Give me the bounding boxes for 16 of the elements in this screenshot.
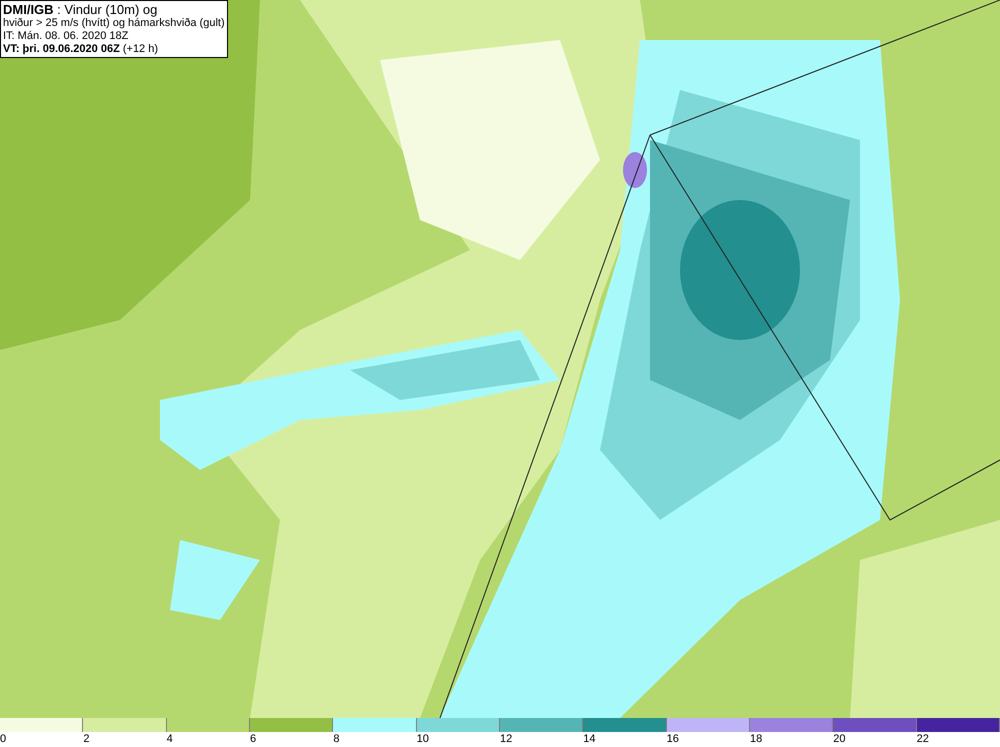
legend-label: 10 xyxy=(416,732,429,746)
header-line: IT: Mán. 08. 06. 2020 18Z xyxy=(3,30,130,43)
header-line: DMI/IGB : Vindur (10m) og xyxy=(3,2,158,17)
legend-label: 14 xyxy=(583,732,596,746)
legend-label: 0 xyxy=(0,732,6,746)
legend-label: 20 xyxy=(833,732,846,746)
legend-label: 12 xyxy=(500,732,512,746)
legend-label: 8 xyxy=(333,732,340,746)
legend-label: 16 xyxy=(666,732,679,746)
legend-label: 6 xyxy=(250,732,256,746)
legend-label: 4 xyxy=(166,732,173,746)
header-line: VT: þri. 09.06.2020 06Z (+12 h) xyxy=(3,43,160,56)
legend-label: 2 xyxy=(83,732,90,746)
legend-label: 18 xyxy=(750,732,762,746)
legend-label: 22 xyxy=(916,732,929,746)
header-line: hviður > 25 m/s (hvítt) og hámarkshviða (gult) xyxy=(3,17,225,30)
